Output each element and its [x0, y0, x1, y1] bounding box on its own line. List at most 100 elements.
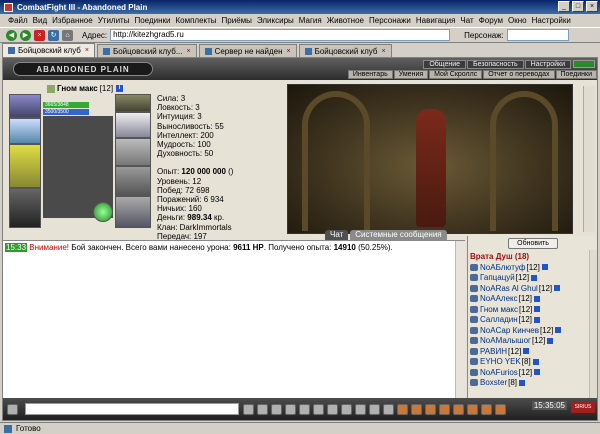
menu-favorites[interactable]: Избранное	[52, 16, 93, 25]
user-item[interactable]: Гапцацуй [12]	[470, 273, 590, 284]
boots-slot[interactable]	[115, 196, 151, 228]
menu-techniques[interactable]: Приёмы	[222, 16, 252, 25]
menu-file[interactable]: Файл	[8, 16, 28, 25]
tab-server-not-found[interactable]: Сервер не найден ×	[198, 44, 297, 57]
user-item[interactable]: EYHO YEK [8]	[470, 357, 590, 368]
settings-icon[interactable]	[313, 403, 324, 415]
ring-slot[interactable]	[115, 112, 151, 138]
action-icon[interactable]	[397, 403, 408, 415]
user-item[interactable]: NoAАлекс [12]	[470, 294, 590, 305]
location-scene[interactable]	[287, 84, 573, 234]
persona-select[interactable]	[506, 29, 569, 41]
amulet-slot[interactable]	[9, 118, 41, 144]
user-item[interactable]: РАВИН [12]	[470, 346, 590, 357]
menu-forum[interactable]: Форум	[479, 16, 503, 25]
tab-fight-club-3[interactable]: Бойцовский клуб ×	[298, 44, 392, 57]
user-item[interactable]: Boxster [8]	[470, 378, 590, 389]
menu-view[interactable]: Вид	[33, 16, 47, 25]
belt-slot[interactable]	[9, 188, 41, 228]
smile-icon[interactable]	[257, 403, 268, 415]
menu-animal[interactable]: Животное	[327, 16, 364, 25]
action-icon[interactable]	[425, 403, 436, 415]
menu-my-scrolls[interactable]: Мой Скроллс	[429, 70, 483, 79]
info-icon[interactable]	[534, 316, 540, 323]
scene-scrollbar[interactable]	[583, 86, 595, 232]
menu-window[interactable]: Окно	[508, 16, 527, 25]
tab-fight-club-2[interactable]: Бойцовский клуб... ×	[96, 44, 197, 57]
users-scrollbar[interactable]	[589, 250, 597, 398]
helmet-slot[interactable]	[9, 94, 41, 118]
chat-input[interactable]	[25, 403, 239, 415]
info-icon[interactable]	[534, 306, 541, 313]
info-icon[interactable]	[519, 379, 526, 386]
menu-characters[interactable]: Персонажи	[369, 16, 411, 25]
user-item[interactable]: Салладин [12]	[470, 315, 590, 326]
info-icon[interactable]	[531, 274, 538, 281]
tab-chat[interactable]: Чат	[325, 230, 349, 240]
shield-slot[interactable]	[115, 166, 151, 196]
info-icon[interactable]	[523, 348, 530, 355]
action-icon[interactable]	[495, 403, 506, 415]
menu-inventory[interactable]: Инвентарь	[347, 70, 393, 79]
menu-communication[interactable]: Общение	[423, 60, 467, 69]
action-icon[interactable]	[439, 403, 450, 415]
menu-settings[interactable]: Настройки	[532, 16, 571, 25]
stop-icon[interactable]: ×	[34, 29, 45, 41]
reload-icon[interactable]: ↻	[48, 29, 59, 41]
tab-close-icon[interactable]: ×	[186, 48, 190, 55]
refresh-button[interactable]: Обновить	[508, 238, 558, 249]
action-icon[interactable]	[467, 403, 478, 415]
close-button[interactable]: ×	[586, 1, 598, 12]
menu-skills[interactable]: Умения	[393, 70, 429, 79]
user-item[interactable]: NoAМалышог [12]	[470, 336, 590, 347]
menu-duels[interactable]: Поединки	[134, 16, 170, 25]
minimize-button[interactable]: _	[558, 1, 570, 12]
menu-magic[interactable]: Магия	[299, 16, 322, 25]
user-item[interactable]: NoAСар Кинчев [12]	[470, 325, 590, 336]
menu-sets[interactable]: Комплекты	[175, 16, 216, 25]
forward-icon[interactable]: ▶	[20, 29, 31, 41]
menu-utilities[interactable]: Утилиты	[98, 16, 130, 25]
user-item[interactable]: Гном макс [12]	[470, 304, 590, 315]
tab-close-icon[interactable]: ×	[287, 48, 291, 55]
info-icon[interactable]	[555, 327, 562, 334]
menu-navigation[interactable]: Навигация	[416, 16, 456, 25]
weapon-slot[interactable]	[9, 144, 41, 188]
info-icon[interactable]	[547, 337, 554, 344]
chat-scrollbar[interactable]	[455, 241, 465, 399]
action-icon[interactable]	[453, 403, 464, 415]
sound-icon[interactable]	[327, 403, 338, 415]
back-icon[interactable]: ◀	[6, 29, 17, 41]
menu-chat[interactable]: Чат	[460, 16, 473, 25]
tab-close-icon[interactable]: ×	[85, 47, 89, 54]
orb-slot[interactable]	[93, 202, 113, 222]
menu-fights[interactable]: Поединки	[555, 70, 597, 79]
tab-close-icon[interactable]: ×	[381, 48, 385, 55]
info-icon[interactable]	[534, 369, 541, 376]
menu-transfer-report[interactable]: Отчет о переводах	[483, 70, 555, 79]
action-icon[interactable]	[481, 403, 492, 415]
translit-icon[interactable]	[271, 403, 282, 415]
refresh-icon[interactable]	[355, 403, 366, 415]
info-icon[interactable]	[541, 264, 548, 271]
info-icon[interactable]	[532, 358, 539, 365]
home-icon[interactable]: ⌂	[62, 29, 73, 41]
filter-icon[interactable]	[285, 403, 296, 415]
tab-fight-club-1[interactable]: Бойцовский клуб ×	[2, 43, 95, 57]
info-icon[interactable]	[533, 295, 540, 302]
fight-icon[interactable]	[369, 403, 380, 415]
info-icon[interactable]: i	[116, 85, 124, 92]
list-icon[interactable]	[341, 403, 352, 415]
gloves-slot[interactable]	[115, 138, 151, 166]
tab-system-messages[interactable]: Системные сообщения	[350, 230, 447, 240]
address-input[interactable]: http://kitezhgrad5.ru	[110, 29, 451, 41]
maximize-button[interactable]: □	[572, 1, 584, 12]
user-item[interactable]: NoARas Al Ghul [12]	[470, 283, 590, 294]
info-icon[interactable]	[554, 285, 561, 292]
menu-game-settings[interactable]: Настройки	[524, 60, 571, 69]
user-item[interactable]: NoAБлютуф [12]	[470, 262, 590, 273]
user-item[interactable]: NoAFurios [12]	[470, 367, 590, 378]
clear-icon[interactable]	[299, 403, 310, 415]
send-icon[interactable]	[243, 403, 254, 415]
chat-mode-icon[interactable]	[7, 403, 18, 415]
